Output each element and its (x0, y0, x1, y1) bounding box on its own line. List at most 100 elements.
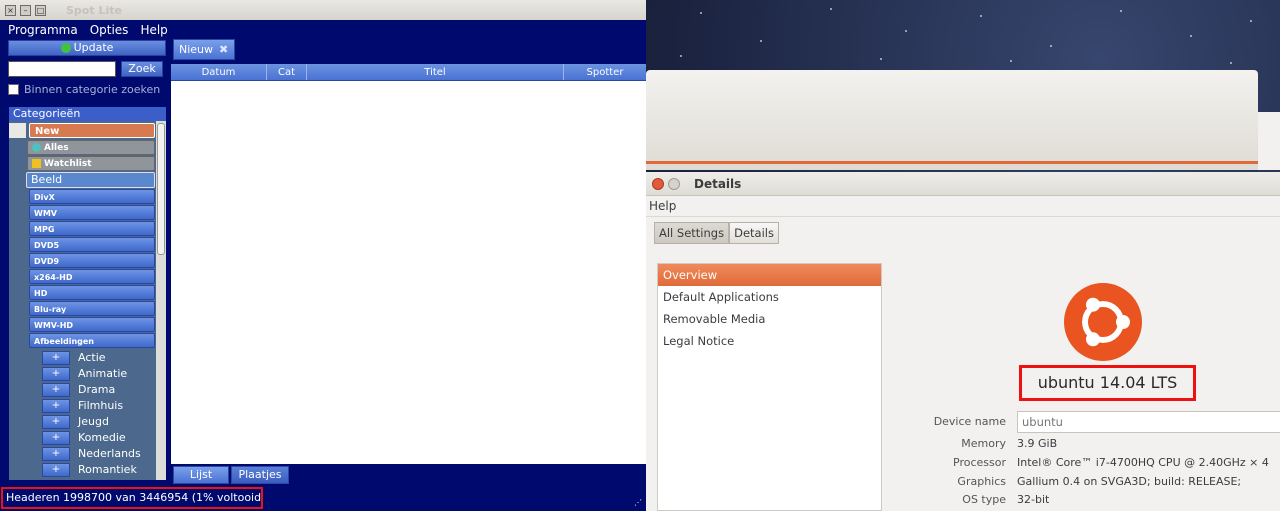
nav-details[interactable]: Details (729, 222, 779, 244)
table-header: Datum Cat Titel Spotter (171, 64, 646, 81)
sidebar-item-removable-media[interactable]: Removable Media (658, 308, 881, 330)
star-icon (32, 159, 41, 168)
spot-list[interactable] (171, 81, 646, 464)
category-alles[interactable]: Alles (27, 140, 155, 155)
category-beeld[interactable]: Beeld (26, 172, 155, 188)
resize-grip-icon[interactable]: ⋰ (634, 498, 642, 507)
expand-icon[interactable]: + (42, 382, 70, 397)
tab-nieuw[interactable]: Nieuw ✖ (173, 39, 235, 60)
update-label: Update (73, 41, 114, 54)
genre-item[interactable]: + Filmhuis (42, 398, 123, 413)
category-watchlist[interactable]: Watchlist (27, 156, 155, 171)
spot-list-panel: Nieuw ✖ Datum Cat Titel Spotter Lijst Pla… (171, 38, 646, 484)
within-category-checkbox[interactable] (8, 84, 19, 95)
close-tab-icon[interactable]: ✖ (219, 43, 228, 56)
expand-icon[interactable]: + (42, 446, 70, 461)
expand-icon[interactable]: + (42, 462, 70, 477)
column-cat[interactable]: Cat (267, 64, 307, 80)
format-item[interactable]: x264-HD (29, 269, 155, 284)
format-item[interactable]: DVD9 (29, 253, 155, 268)
genre-item[interactable]: + Komedie (42, 430, 126, 445)
close-icon[interactable] (652, 177, 664, 190)
os-version: ubuntu 14.04 LTS (1019, 365, 1196, 401)
bottom-tabs: Lijst Plaatjes (173, 466, 289, 484)
tree-root-node[interactable] (9, 123, 26, 138)
details-sidebar: Overview Default Applications Removable … (657, 263, 882, 511)
expand-icon[interactable]: + (42, 366, 70, 381)
minimize-icon[interactable]: – (20, 4, 31, 16)
expand-icon[interactable]: + (42, 414, 70, 429)
details-title: Details (694, 176, 742, 191)
genre-label: Filmhuis (78, 399, 124, 412)
window-title: Spot Lite (66, 3, 122, 17)
ostype-value: 32-bit (1017, 493, 1050, 506)
genre-item[interactable]: + Jeugd (42, 414, 109, 429)
breadcrumb: All Settings Details (654, 222, 779, 244)
memory-label: Memory (961, 437, 1006, 450)
maximize-icon[interactable]: □ (35, 4, 46, 16)
status-text: Headeren 1998700 van 3446954 (1% voltooi… (1, 487, 263, 509)
format-item[interactable]: MPG (29, 221, 155, 236)
background-window (646, 70, 1258, 170)
format-item[interactable]: WMV-HD (29, 317, 155, 332)
globe-icon (32, 143, 41, 152)
details-titlebar: Details (646, 172, 1280, 196)
ubuntu-logo-icon (1064, 283, 1142, 361)
update-button[interactable]: Update (8, 40, 166, 56)
column-titel[interactable]: Titel (307, 64, 564, 80)
category-tree: Categorieën New Alles Watchlist Beeld Di… (9, 107, 166, 480)
sidebar-item-default-applications[interactable]: Default Applications (658, 286, 881, 308)
genre-item[interactable]: + Romantiek (42, 462, 137, 477)
menu-programma[interactable]: Programma (8, 23, 78, 37)
category-watchlist-label: Watchlist (44, 159, 92, 169)
ostype-label: OS type (962, 493, 1006, 506)
tab-plaatjes[interactable]: Plaatjes (231, 466, 289, 484)
format-item[interactable]: DivX (29, 189, 155, 204)
genre-item[interactable]: + Actie (42, 350, 106, 365)
menu-bar: Programma Opties Help (0, 20, 646, 39)
category-scrollbar[interactable] (156, 121, 166, 480)
format-item[interactable]: DVD5 (29, 237, 155, 252)
sidebar-item-overview[interactable]: Overview (658, 264, 881, 286)
search-button[interactable]: Zoek (121, 61, 163, 77)
within-category-checkbox-row[interactable]: Binnen categorie zoeken (8, 83, 166, 96)
menu-help[interactable]: Help (140, 23, 167, 37)
spotlite-window: × – □ Spot Lite Programma Opties Help Up… (0, 0, 646, 511)
expand-icon[interactable]: + (42, 430, 70, 445)
device-name-input[interactable]: ubuntu (1017, 411, 1280, 433)
status-bar: Headeren 1998700 van 3446954 (1% voltooi… (0, 485, 646, 511)
memory-value: 3.9 GiB (1017, 437, 1058, 450)
device-name-label: Device name (933, 415, 1006, 428)
format-item[interactable]: Afbeeldingen (29, 333, 155, 348)
format-item[interactable]: HD (29, 285, 155, 300)
refresh-icon (60, 43, 71, 53)
search-input[interactable] (8, 61, 116, 77)
genre-label: Actie (78, 351, 106, 364)
genre-label: Animatie (78, 367, 128, 380)
expand-icon[interactable]: + (42, 398, 70, 413)
column-spotter[interactable]: Spotter (564, 64, 646, 80)
column-datum[interactable]: Datum (171, 64, 267, 80)
expand-icon[interactable]: + (42, 350, 70, 365)
minimize-icon[interactable] (668, 177, 680, 190)
category-alles-label: Alles (44, 143, 69, 153)
details-menu-help[interactable]: Help (646, 196, 1280, 217)
tab-lijst[interactable]: Lijst (173, 466, 229, 484)
scrollbar-thumb[interactable] (157, 123, 165, 255)
graphics-label: Graphics (957, 475, 1006, 488)
genre-label: Nederlands (78, 447, 141, 460)
genre-item[interactable]: + Nederlands (42, 446, 141, 461)
spotlite-titlebar: × – □ Spot Lite (0, 0, 646, 20)
genre-item[interactable]: + Drama (42, 382, 115, 397)
categories-header: Categorieën (9, 107, 166, 121)
genre-label: Romantiek (78, 463, 137, 476)
nav-all-settings[interactable]: All Settings (654, 222, 730, 244)
sidebar-item-legal-notice[interactable]: Legal Notice (658, 330, 881, 352)
format-item[interactable]: Blu-ray (29, 301, 155, 316)
category-new[interactable]: New (29, 123, 155, 138)
close-icon[interactable]: × (5, 4, 16, 16)
tab-nieuw-label: Nieuw (179, 43, 214, 56)
genre-item[interactable]: + Animatie (42, 366, 127, 381)
menu-opties[interactable]: Opties (90, 23, 129, 37)
format-item[interactable]: WMV (29, 205, 155, 220)
